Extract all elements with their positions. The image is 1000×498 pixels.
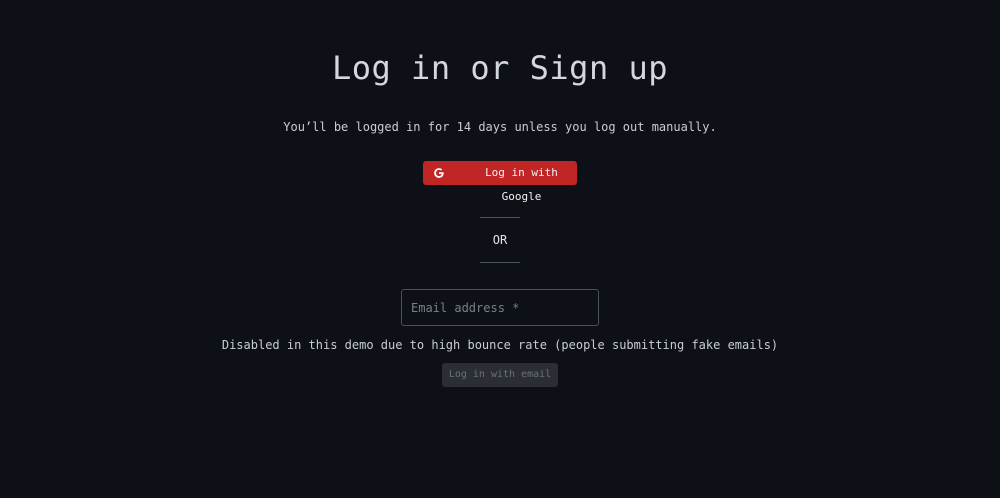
google-login-label: Log in with Google <box>485 166 558 203</box>
session-duration-text: You’ll be logged in for 14 days unless y… <box>283 120 717 134</box>
google-g-icon <box>434 168 444 178</box>
or-divider-bottom <box>480 262 520 263</box>
email-disabled-note: Disabled in this demo due to high bounce… <box>221 338 779 352</box>
email-placeholder: Email address * <box>411 301 520 315</box>
or-divider-top <box>480 217 520 218</box>
login-page: Log in or Sign up You’ll be logged in fo… <box>0 0 1000 498</box>
email-input[interactable]: Email address * <box>401 289 599 326</box>
google-login-button[interactable]: Log in with Google <box>423 161 577 203</box>
or-separator-text: OR <box>492 233 508 247</box>
email-login-button[interactable]: Log in with email <box>442 363 558 387</box>
page-title: Log in or Sign up <box>331 49 668 87</box>
